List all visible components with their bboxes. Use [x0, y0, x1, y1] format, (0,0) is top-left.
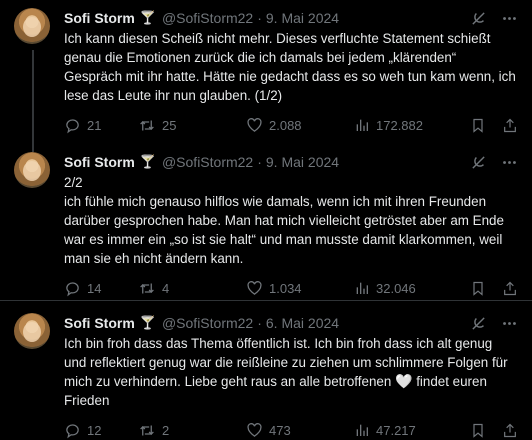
avatar[interactable]	[14, 152, 50, 188]
header-actions	[470, 10, 518, 27]
tweet-text: Ich bin froh dass das Thema öffentlich i…	[64, 334, 518, 410]
tweet-body: Sofi Storm 🍸 @SofiStorm22 · 6. Mai 2024 …	[64, 313, 518, 438]
tweet-actions: 21 25 2.088 172.882	[64, 115, 518, 135]
views-count: 172.882	[376, 117, 423, 133]
views-button[interactable]: 47.217	[354, 422, 416, 438]
separator-dot: ·	[257, 154, 262, 170]
like-count: 2.088	[269, 117, 302, 133]
secondary-actions	[470, 422, 518, 439]
views-icon	[354, 280, 370, 296]
reply-icon	[64, 422, 81, 439]
views-count: 32.046	[376, 280, 416, 296]
bookmark-icon[interactable]	[470, 117, 486, 134]
more-icon[interactable]	[501, 315, 518, 332]
name-emoji: 🍸	[139, 154, 156, 169]
reply-icon	[64, 117, 81, 134]
repost-icon	[138, 280, 156, 297]
like-button[interactable]: 1.034	[246, 280, 354, 297]
tweet-header: Sofi Storm 🍸 @SofiStorm22 · 6. Mai 2024	[64, 313, 518, 333]
share-icon[interactable]	[502, 422, 518, 439]
reply-button[interactable]: 14	[64, 280, 138, 297]
views-icon	[354, 422, 370, 438]
reply-button[interactable]: 21	[64, 117, 138, 134]
like-icon	[246, 422, 263, 439]
author-name[interactable]: Sofi Storm	[64, 154, 135, 170]
tweet-header: Sofi Storm 🍸 @SofiStorm22 · 9. Mai 2024	[64, 8, 518, 28]
tweet-body: Sofi Storm 🍸 @SofiStorm22 · 9. Mai 2024 …	[64, 8, 518, 144]
tweet[interactable]: Sofi Storm 🍸 @SofiStorm22 · 9. Mai 2024 …	[0, 144, 532, 300]
like-count: 473	[269, 422, 291, 438]
secondary-actions	[470, 280, 518, 297]
views-icon	[354, 117, 370, 133]
author-name[interactable]: Sofi Storm	[64, 315, 135, 331]
avatar[interactable]	[14, 313, 50, 349]
tweet-actions: 12 2 473 47.217	[64, 420, 518, 440]
avatar-column	[14, 313, 54, 438]
share-icon[interactable]	[502, 280, 518, 297]
separator-dot: ·	[257, 10, 262, 26]
bookmark-icon[interactable]	[470, 422, 486, 439]
grok-icon[interactable]	[470, 10, 487, 27]
views-button[interactable]: 172.882	[354, 117, 423, 133]
tweet-text: 2/2 ich fühle mich genauso hilflos wie d…	[64, 175, 504, 266]
tweet[interactable]: Sofi Storm 🍸 @SofiStorm22 · 6. Mai 2024 …	[0, 300, 532, 438]
tweet-body: Sofi Storm 🍸 @SofiStorm22 · 9. Mai 2024 …	[64, 152, 518, 300]
timeline: Sofi Storm 🍸 @SofiStorm22 · 9. Mai 2024 …	[0, 0, 532, 438]
author-name[interactable]: Sofi Storm	[64, 10, 135, 26]
thread-line	[32, 50, 34, 152]
repost-button[interactable]: 25	[138, 117, 246, 134]
repost-count: 4	[162, 280, 170, 296]
tweet-date[interactable]: 9. Mai 2024	[266, 154, 339, 170]
repost-count: 2	[162, 422, 170, 438]
tweet-date[interactable]: 9. Mai 2024	[266, 10, 339, 26]
tweet-date[interactable]: 6. Mai 2024	[266, 315, 339, 331]
tweet[interactable]: Sofi Storm 🍸 @SofiStorm22 · 9. Mai 2024 …	[0, 0, 532, 152]
like-button[interactable]: 473	[246, 422, 354, 439]
repost-icon	[138, 422, 156, 439]
header-actions	[470, 315, 518, 332]
secondary-actions	[470, 117, 518, 134]
avatar-column	[14, 8, 54, 152]
repost-icon	[138, 117, 156, 134]
views-count: 47.217	[376, 422, 416, 438]
reply-count: 12	[87, 422, 102, 438]
bookmark-icon[interactable]	[470, 280, 486, 297]
tweet-actions: 14 4 1.034 32.046	[64, 278, 518, 298]
share-icon[interactable]	[502, 117, 518, 134]
grok-icon[interactable]	[470, 315, 487, 332]
avatar[interactable]	[14, 8, 50, 44]
more-icon[interactable]	[501, 10, 518, 27]
tweet-header: Sofi Storm 🍸 @SofiStorm22 · 9. Mai 2024	[64, 152, 518, 172]
repost-count: 25	[162, 117, 177, 133]
name-emoji: 🍸	[139, 315, 156, 330]
repost-button[interactable]: 4	[138, 280, 246, 297]
reply-count: 14	[87, 280, 102, 296]
repost-button[interactable]: 2	[138, 422, 246, 439]
like-button[interactable]: 2.088	[246, 117, 354, 134]
header-actions	[470, 154, 518, 171]
author-handle[interactable]: @SofiStorm22	[162, 154, 253, 170]
author-handle[interactable]: @SofiStorm22	[162, 10, 253, 26]
white-heart-emoji: 🤍	[395, 373, 413, 389]
author-handle[interactable]: @SofiStorm22	[162, 315, 253, 331]
name-emoji: 🍸	[139, 10, 156, 25]
separator-dot: ·	[257, 315, 262, 331]
grok-icon[interactable]	[470, 154, 487, 171]
more-icon[interactable]	[501, 154, 518, 171]
like-icon	[246, 117, 263, 134]
avatar-column	[14, 152, 54, 300]
reply-icon	[64, 280, 81, 297]
like-icon	[246, 280, 263, 297]
views-button[interactable]: 32.046	[354, 280, 416, 296]
reply-button[interactable]: 12	[64, 422, 138, 439]
reply-count: 21	[87, 117, 102, 133]
like-count: 1.034	[269, 280, 302, 296]
tweet-text: Ich kann diesen Scheiß nicht mehr. Diese…	[64, 31, 516, 103]
